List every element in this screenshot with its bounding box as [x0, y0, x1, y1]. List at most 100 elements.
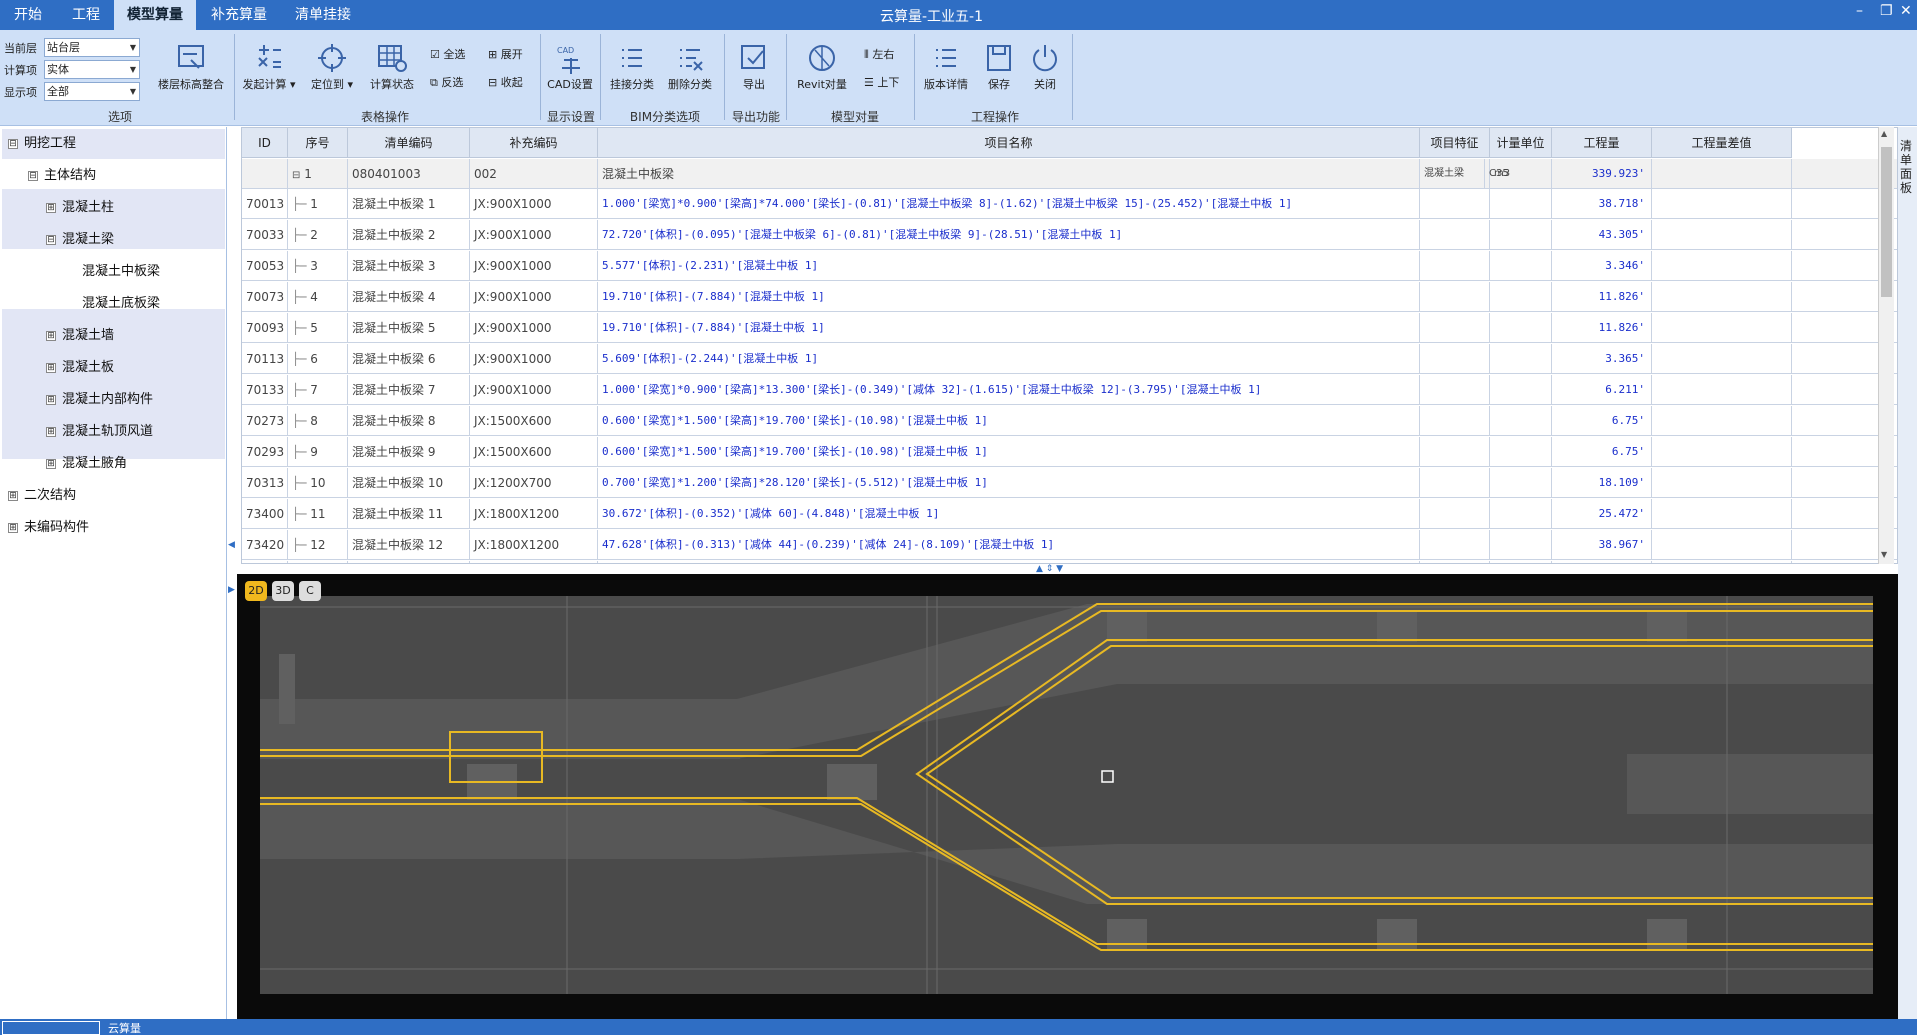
table-cell: JX:900X1000 [470, 189, 598, 219]
view-c-button[interactable]: C [299, 581, 321, 601]
column-header[interactable]: 项目名称 [598, 128, 1420, 158]
expand-node-icon[interactable]: ⊞ [46, 458, 56, 469]
collapse-button[interactable]: ⊟ 收起 [488, 74, 523, 90]
select-all-button[interactable]: ☑ 全选 [430, 46, 465, 62]
collapse-left-icon[interactable]: ◀ [228, 540, 235, 550]
tree-node[interactable]: 混凝土中板梁 [82, 257, 160, 287]
column-header[interactable]: 工程量 [1552, 128, 1652, 158]
column-header[interactable]: 序号 [288, 128, 348, 158]
menu-tab-project[interactable]: 工程 [60, 0, 112, 30]
menu-tab-start[interactable]: 开始 [0, 0, 56, 30]
table-row[interactable]: 70313 ├─ 10 混凝土中板梁 10 JX:1200X700 0.700'[梁宽]… [242, 468, 1897, 498]
table-row[interactable]: 70293 ├─ 9 混凝土中板梁 9 JX:1500X600 0.600'[梁宽]*1… [242, 437, 1897, 467]
revit-compare-button[interactable]: Revit对量 [790, 38, 854, 102]
display-item-select[interactable]: 全部 ▼ [44, 82, 140, 101]
tree-node[interactable]: ⊟ 主体结构 [28, 161, 96, 191]
expand-right-icon[interactable]: ▶ [228, 585, 235, 595]
menu-tab-list-attach[interactable]: 清单挂接 [284, 0, 362, 30]
model-viewport[interactable]: 2D 3D C [237, 574, 1898, 1019]
table-row[interactable]: 70053 ├─ 3 混凝土中板梁 3 JX:900X1000 5.577'[体积]-(… [242, 251, 1897, 281]
locate-button[interactable]: 定位到 ▾ [306, 38, 358, 102]
column-header[interactable]: 项目特征 [1420, 128, 1490, 158]
tree-node[interactable]: ⊞ 混凝土板 [46, 353, 114, 383]
floor-select[interactable]: 站台层 ▼ [44, 38, 140, 57]
left-right-button[interactable]: ⦀ 左右 [864, 46, 894, 62]
expand-node-icon[interactable]: ⊞ [8, 490, 18, 501]
tree-node[interactable]: ⊞ 二次结构 [8, 481, 76, 511]
table-row[interactable]: 70093 ├─ 5 混凝土中板梁 5 JX:900X1000 19.710'[体积]-… [242, 313, 1897, 343]
tree-node-label: 未编码构件 [24, 520, 90, 535]
up-down-button[interactable]: ☰ 上下 [864, 74, 899, 90]
chevron-down-icon: ▼ [129, 87, 136, 96]
tree-node[interactable]: ⊞ 混凝土腋角 [46, 449, 127, 479]
invert-select-button[interactable]: ⧉ 反选 [430, 74, 463, 90]
minimize-icon[interactable]: – [1856, 3, 1863, 19]
version-detail-button[interactable]: 版本详情 [918, 38, 974, 102]
tree-node[interactable]: ⊞ 混凝土墙 [46, 321, 114, 351]
table-cell: 38.718' [1552, 189, 1652, 219]
close-window-icon[interactable]: ✕ [1900, 3, 1912, 19]
collapse-node-icon[interactable]: ⊟ [8, 138, 18, 149]
expand-node-icon[interactable]: ⊞ [46, 330, 56, 341]
expand-node-icon[interactable]: ⊞ [46, 362, 56, 373]
scroll-thumb[interactable] [1881, 147, 1892, 297]
delete-class-button[interactable]: 删除分类 [662, 38, 718, 102]
expand-node-icon[interactable]: ⊞ [8, 522, 18, 533]
list-panel-tab[interactable]: 清单面板 [1898, 127, 1917, 1019]
start-calc-button[interactable]: 发起计算 ▾ [238, 38, 300, 102]
floor-merge-button[interactable]: 楼层标高整合 [152, 38, 230, 102]
table-group-row[interactable]: ⊟ 1 080401003 002 混凝土中板梁 混凝土梁 m3 339.923' C35 [242, 159, 1897, 189]
calc-status-button[interactable]: 计算状态 [364, 38, 420, 102]
tree-branch-icon: ├─ [292, 290, 307, 304]
menu-tab-model-calc[interactable]: 模型算量 [114, 0, 196, 30]
table-cell: 1.000'[梁宽]*0.900'[梁高]*74.000'[梁长]-(0.81)… [598, 189, 1420, 219]
tree-node[interactable]: ⊞ 混凝土轨顶风道 [46, 417, 153, 447]
table-row[interactable]: 70033 ├─ 2 混凝土中板梁 2 JX:900X1000 72.720'[体积]-… [242, 220, 1897, 250]
column-header[interactable]: 计量单位 [1490, 128, 1552, 158]
tree-node[interactable]: ⊟ 混凝土梁 [46, 225, 114, 255]
table-row[interactable]: 70013 ├─ 1 混凝土中板梁 1 JX:900X1000 1.000'[梁宽]*0… [242, 189, 1897, 219]
expand-node-icon[interactable]: ⊞ [46, 426, 56, 437]
export-button[interactable]: 导出 [728, 38, 780, 102]
group-label-model-compare: 模型对量 [830, 110, 879, 124]
tree-node[interactable]: ⊞ 混凝土柱 [46, 193, 114, 223]
table-row[interactable]: 73400 ├─ 11 混凝土中板梁 11 JX:1800X1200 30.672'[体… [242, 499, 1897, 529]
table-cell: JX:1200X700 [470, 468, 598, 498]
tree-node[interactable]: ⊞ 混凝土内部构件 [46, 385, 153, 415]
menu-tab-supplement-calc[interactable]: 补充算量 [200, 0, 278, 30]
scroll-down-icon[interactable]: ▼ [1881, 550, 1887, 559]
table-cell [1652, 282, 1792, 312]
cad-settings-button[interactable]: CAD CAD设置 [544, 38, 596, 102]
column-header[interactable]: 补充编码 [470, 128, 598, 158]
expand-node-icon[interactable]: ⊞ [46, 394, 56, 405]
split-up-icon[interactable]: ▲ ⇕ ▼ [1036, 564, 1063, 574]
hang-class-button[interactable]: 挂接分类 [604, 38, 660, 102]
calc-item-select[interactable]: 实体 ▼ [44, 60, 140, 79]
tree-node[interactable]: ⊞ 未编码构件 [8, 513, 89, 543]
scroll-up-icon[interactable]: ▲ [1881, 129, 1887, 138]
expand-node-icon[interactable]: ⊞ [46, 202, 56, 213]
table-row[interactable]: 70133 ├─ 7 混凝土中板梁 7 JX:900X1000 1.000'[梁宽]*0… [242, 375, 1897, 405]
table-row[interactable]: 73440├─ 13混凝土中板梁 13JX:1800X12001.200'[梁宽… [242, 561, 1897, 563]
table-scrollbar[interactable]: ▲ ▼ [1878, 127, 1894, 564]
table-cell: 3.346' [1552, 251, 1652, 281]
table-row[interactable]: 70073 ├─ 4 混凝土中板梁 4 JX:900X1000 19.710'[体积]-… [242, 282, 1897, 312]
close-button[interactable]: 关闭 [1022, 38, 1068, 102]
view-3d-button[interactable]: 3D [272, 581, 294, 601]
column-header[interactable]: 清单编码 [348, 128, 470, 158]
view-2d-button[interactable]: 2D [245, 581, 267, 601]
table-cell: 47.628'[体积]-(0.313)'[减体 44]-(0.239)'[减体 … [598, 530, 1420, 560]
tree-node[interactable]: 混凝土底板梁 [82, 289, 160, 319]
collapse-row-icon[interactable]: ⊟ [292, 170, 300, 181]
table-row[interactable]: 73420 ├─ 12 混凝土中板梁 12 JX:1800X1200 47.628'[体… [242, 530, 1897, 560]
restore-icon[interactable]: ❐ [1880, 3, 1893, 19]
column-header[interactable]: ID [242, 128, 288, 158]
expand-button[interactable]: ⊞ 展开 [488, 46, 523, 62]
tree-node[interactable]: ⊟ 明挖工程 [8, 129, 76, 159]
save-button[interactable]: 保存 [976, 38, 1022, 102]
column-header[interactable]: 工程量差值 [1652, 128, 1792, 158]
collapse-node-icon[interactable]: ⊟ [46, 234, 56, 245]
collapse-node-icon[interactable]: ⊟ [28, 170, 38, 181]
table-row[interactable]: 70113 ├─ 6 混凝土中板梁 6 JX:900X1000 5.609'[体积]-(… [242, 344, 1897, 374]
table-row[interactable]: 70273 ├─ 8 混凝土中板梁 8 JX:1500X600 0.600'[梁宽]*1… [242, 406, 1897, 436]
